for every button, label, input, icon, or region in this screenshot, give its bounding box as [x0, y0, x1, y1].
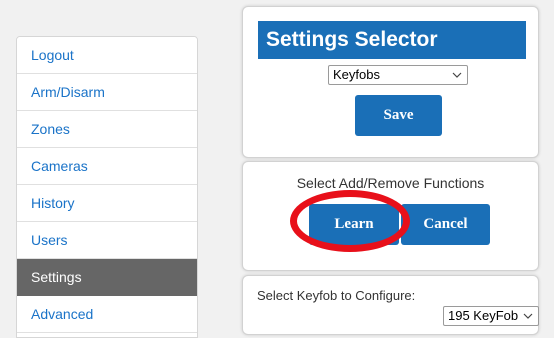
- settings-select[interactable]: Keyfobs: [328, 65, 468, 85]
- sidebar-item-logout[interactable]: Logout: [17, 37, 197, 74]
- sidebar-item-history[interactable]: History: [17, 185, 197, 222]
- functions-panel: Select Add/Remove Functions Learn Cancel: [242, 161, 539, 271]
- save-button[interactable]: Save: [355, 95, 442, 136]
- sidebar-item-advanced[interactable]: Advanced: [17, 296, 197, 333]
- chevron-down-icon: [452, 72, 462, 78]
- sidebar-item-users[interactable]: Users: [17, 222, 197, 259]
- sidebar-item-arm-disarm[interactable]: Arm/Disarm: [17, 74, 197, 111]
- panel-title: Settings Selector: [258, 21, 526, 59]
- sidebar-item-cameras[interactable]: Cameras: [17, 148, 197, 185]
- chevron-down-icon: [523, 313, 533, 319]
- keyfob-select-value: 195 KeyFob: [448, 308, 519, 323]
- cancel-button[interactable]: Cancel: [401, 204, 490, 245]
- learn-button[interactable]: Learn: [309, 204, 399, 245]
- settings-select-value: Keyfobs: [333, 67, 380, 82]
- settings-selector-panel: Settings Selector Keyfobs Save: [242, 6, 539, 158]
- sidebar-nav: Logout Arm/Disarm Zones Cameras History …: [16, 36, 198, 338]
- functions-instruction: Select Add/Remove Functions: [296, 175, 485, 191]
- keyfob-select[interactable]: 195 KeyFob: [443, 306, 539, 326]
- keyfob-configure-label: Select Keyfob to Configure:: [257, 288, 416, 303]
- sidebar-item-zones[interactable]: Zones: [17, 111, 197, 148]
- keyfob-configure-panel: Select Keyfob to Configure: 195 KeyFob: [242, 275, 539, 335]
- sidebar-item-settings[interactable]: Settings: [17, 259, 197, 296]
